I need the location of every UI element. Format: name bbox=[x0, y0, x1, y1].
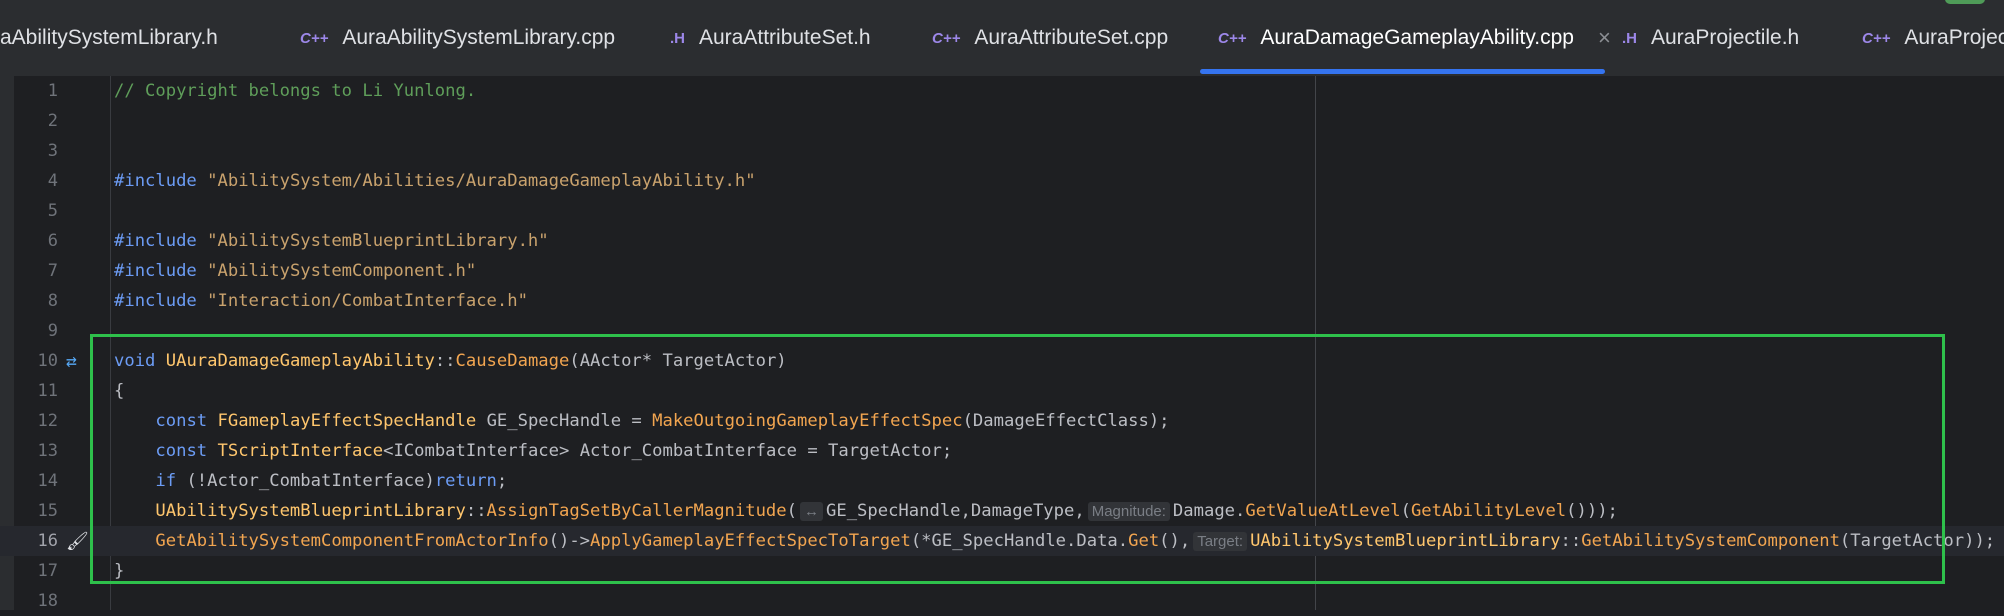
status-badge bbox=[1945, 0, 1985, 4]
line-number: 15 bbox=[37, 501, 58, 521]
tab-label: AuraAttributeSet.cpp bbox=[974, 26, 1169, 49]
parameter-hint: Magnitude: bbox=[1087, 502, 1170, 521]
line-number: 11 bbox=[37, 381, 58, 401]
include-directive: #include "AbilitySystemComponent.h" bbox=[114, 261, 477, 281]
code-line[interactable]: 9 bbox=[0, 316, 2004, 346]
code-line[interactable]: 14 if (!Actor_CombatInterface)return; bbox=[0, 466, 2004, 496]
line-number: 18 bbox=[37, 591, 58, 611]
code-line[interactable]: 2 bbox=[0, 106, 2004, 136]
editor-tab-bar: aAbilitySystemLibrary.h C++ AuraAbilityS… bbox=[0, 0, 2004, 77]
line-number: 14 bbox=[37, 471, 58, 491]
code-statement: UAbilitySystemBlueprintLibrary::AssignTa… bbox=[155, 501, 1618, 521]
line-number: 17 bbox=[37, 561, 58, 581]
line-number: 9 bbox=[47, 321, 58, 341]
code-line[interactable]: 4 #include "AbilitySystem/Abilities/Aura… bbox=[0, 166, 2004, 196]
line-number: 7 bbox=[47, 261, 58, 281]
quick-fix-brush-icon[interactable]: 🖌 bbox=[66, 531, 89, 552]
line-number: 13 bbox=[37, 441, 58, 461]
tab-aura-projectile-h[interactable]: .H AuraProjectile.h bbox=[1622, 0, 1799, 76]
tab-aura-projectile-cpp[interactable]: C++ AuraProjecti bbox=[1862, 0, 2004, 76]
line-number: 8 bbox=[47, 291, 58, 311]
code-line[interactable]: 5 bbox=[0, 196, 2004, 226]
code-line[interactable]: 11 { bbox=[0, 376, 2004, 406]
code-statement: if (!Actor_CombatInterface)return; bbox=[155, 471, 508, 491]
active-tab-indicator bbox=[1200, 69, 1605, 74]
cpp-file-icon: C++ bbox=[1862, 29, 1891, 47]
override-gutter-icon[interactable]: ⇄ bbox=[66, 351, 77, 372]
parameter-hint: Target: bbox=[1193, 532, 1248, 551]
code-line[interactable]: 6 #include "AbilitySystemBlueprintLibrar… bbox=[0, 226, 2004, 256]
include-directive: #include "AbilitySystemBlueprintLibrary.… bbox=[114, 231, 549, 251]
code-line[interactable]: 12 const FGameplayEffectSpecHandle GE_Sp… bbox=[0, 406, 2004, 436]
code-line[interactable]: 1 // Copyright belongs to Li Yunlong. bbox=[0, 76, 2004, 106]
code-line[interactable]: 15 UAbilitySystemBlueprintLibrary::Assig… bbox=[0, 496, 2004, 526]
cpp-file-icon: C++ bbox=[300, 29, 329, 47]
include-directive: #include "AbilitySystem/Abilities/AuraDa… bbox=[114, 171, 756, 191]
tab-label: AuraProjecti bbox=[1904, 26, 2004, 49]
cpp-file-icon: C++ bbox=[932, 29, 961, 47]
code-line[interactable]: 3 bbox=[0, 136, 2004, 166]
tab-ability-system-library-h[interactable]: aAbilitySystemLibrary.h bbox=[0, 0, 218, 76]
code-line[interactable]: 10 ⇄ void UAuraDamageGameplayAbility::Ca… bbox=[0, 346, 2004, 376]
code-statement: GetAbilitySystemComponentFromActorInfo()… bbox=[155, 531, 1996, 551]
tab-label: aAbilitySystemLibrary.h bbox=[0, 26, 218, 49]
tab-aura-attribute-set-h[interactable]: .H AuraAttributeSet.h bbox=[670, 0, 871, 76]
line-number: 3 bbox=[47, 141, 58, 161]
close-icon[interactable]: × bbox=[1598, 25, 1611, 51]
code-line[interactable]: 8 #include "Interaction/CombatInterface.… bbox=[0, 286, 2004, 316]
line-number: 10 bbox=[37, 351, 58, 371]
tab-aura-attribute-set-cpp[interactable]: C++ AuraAttributeSet.cpp bbox=[932, 0, 1168, 76]
line-number: 5 bbox=[47, 201, 58, 221]
cpp-file-icon: C++ bbox=[1218, 29, 1247, 47]
open-brace: { bbox=[114, 381, 125, 401]
line-number: 2 bbox=[47, 111, 58, 131]
header-file-icon: .H bbox=[670, 29, 685, 47]
tab-aura-ability-system-library-cpp[interactable]: C++ AuraAbilitySystemLibrary.cpp bbox=[300, 0, 615, 76]
tab-label: AuraAttributeSet.h bbox=[699, 26, 871, 49]
code-editor[interactable]: 1 // Copyright belongs to Li Yunlong. 2 … bbox=[0, 76, 2004, 611]
line-number: 12 bbox=[37, 411, 58, 431]
code-line[interactable]: 17 } bbox=[0, 556, 2004, 586]
tab-aura-damage-gameplay-ability-cpp[interactable]: C++ AuraDamageGameplayAbility.cpp × bbox=[1218, 0, 1611, 76]
tab-label: AuraProjectile.h bbox=[1651, 26, 1800, 49]
code-line[interactable]: 7 #include "AbilitySystemComponent.h" bbox=[0, 256, 2004, 286]
code-line-current[interactable]: 16 🖌 GetAbilitySystemComponentFromActorI… bbox=[0, 526, 2004, 556]
line-number: 16 bbox=[37, 531, 58, 551]
code-line[interactable]: 13 const TScriptInterface<ICombatInterfa… bbox=[0, 436, 2004, 466]
code-comment: // Copyright belongs to Li Yunlong. bbox=[114, 81, 477, 101]
include-directive: #include "Interaction/CombatInterface.h" bbox=[114, 291, 528, 311]
function-signature: void UAuraDamageGameplayAbility::CauseDa… bbox=[114, 351, 787, 371]
code-line[interactable]: 18 bbox=[0, 586, 2004, 616]
parameter-hint: ↔ bbox=[800, 502, 823, 521]
line-number: 4 bbox=[47, 171, 58, 191]
code-statement: const TScriptInterface<ICombatInterface>… bbox=[155, 441, 953, 461]
line-number: 1 bbox=[47, 81, 58, 101]
line-number: 6 bbox=[47, 231, 58, 251]
tab-label: AuraDamageGameplayAbility.cpp bbox=[1260, 26, 1574, 49]
header-file-icon: .H bbox=[1622, 29, 1637, 47]
close-brace: } bbox=[114, 561, 125, 581]
tab-label: AuraAbilitySystemLibrary.cpp bbox=[342, 26, 616, 49]
code-statement: const FGameplayEffectSpecHandle GE_SpecH… bbox=[155, 411, 1170, 431]
